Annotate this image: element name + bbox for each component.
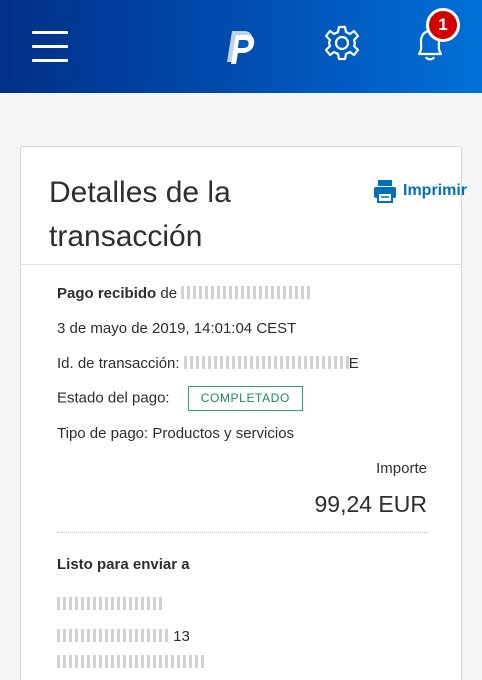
redacted-street — [57, 629, 169, 642]
payment-type: Tipo de pago: Productos y servicios — [57, 425, 295, 442]
print-label: Imprimir — [403, 182, 468, 199]
redacted-sender-name — [181, 286, 312, 299]
shipping-street-number: 13 — [173, 628, 190, 645]
transaction-id-suffix: E — [348, 355, 359, 372]
redacted-recipient-name — [57, 597, 165, 610]
amount-label: Importe — [376, 460, 427, 477]
transaction-id-row: Id. de transacción: E — [57, 354, 359, 374]
status-badge: COMPLETADO — [187, 386, 303, 411]
payment-status-label: Estado del pago: — [57, 389, 170, 407]
transaction-date: 3 de mayo de 2019, 14:01:04 CEST — [57, 320, 297, 337]
redacted-transaction-id — [183, 356, 349, 369]
card-header: Detalles de la transacción Imprimir — [21, 147, 467, 265]
transaction-card: Detalles de la transacción Imprimir Pago… — [20, 146, 467, 680]
printer-icon — [374, 180, 396, 203]
shipping-street-row: 13 — [57, 627, 190, 647]
shipping-title: Listo para enviar a — [57, 556, 190, 573]
top-app-bar: 1 — [0, 0, 482, 93]
payment-status-row: Estado del pago: COMPLETADO — [57, 386, 303, 411]
amount-value: 99,24 EUR — [314, 491, 427, 517]
redacted-city — [57, 655, 207, 668]
payment-received-label: Pago recibido — [57, 285, 157, 302]
shipping-city-row — [57, 653, 207, 673]
gear-icon[interactable] — [323, 24, 361, 62]
shipping-name-row — [57, 595, 165, 615]
payment-received-row: Pago recibido de — [57, 284, 312, 304]
paypal-logo-icon[interactable] — [218, 26, 258, 66]
payment-received-from: de — [160, 285, 178, 302]
section-divider — [57, 532, 427, 533]
page-title: Detalles de la transacción — [49, 176, 231, 253]
transaction-id-label: Id. de transacción: — [57, 355, 180, 372]
hamburger-menu-icon[interactable] — [32, 29, 68, 63]
print-button[interactable]: Imprimir — [372, 178, 467, 204]
notification-badge[interactable]: 1 — [426, 8, 460, 42]
